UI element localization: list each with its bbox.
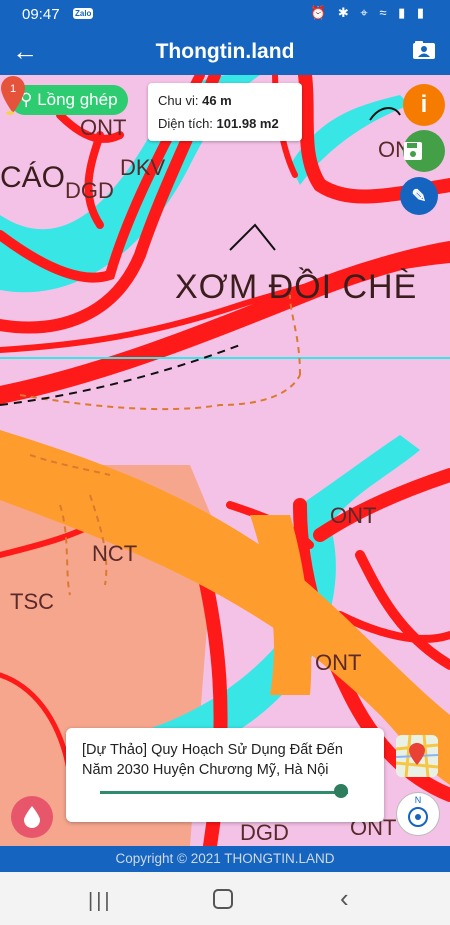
map-label-dkv: DKV [120, 155, 166, 180]
map-label-dgd: DGD [240, 820, 289, 845]
status-time: 09:47 [22, 6, 60, 23]
app-bar: ← Thongtin.land [0, 30, 450, 75]
contact-card-icon[interactable] [412, 40, 436, 60]
map-label-tsc: TSC [10, 589, 54, 614]
map-label-xom-doi-che: XƠM ĐỒI CHÈ [175, 268, 418, 306]
home-icon[interactable] [213, 889, 233, 909]
overlay-toggle-button[interactable]: ⚲ Lồng ghép [10, 85, 128, 115]
location-marker[interactable]: 1 [0, 75, 26, 115]
map-label-ont: ONT [330, 503, 377, 528]
edit-pencil-icon: ✎ [411, 186, 427, 206]
back-icon[interactable]: ‹ [340, 883, 349, 914]
draw-tool-button[interactable]: ✎ [400, 177, 438, 215]
zalo-notification-icon: Zalo [73, 8, 94, 19]
compass-button[interactable]: N [396, 792, 440, 836]
layer-title: [Dự Thảo] Quy Hoạch Sử Dụng Đất Đến Năm … [82, 742, 343, 778]
map-label-ont: ONT [80, 115, 127, 140]
perimeter-value: 46 m [202, 93, 232, 108]
opacity-slider-handle[interactable] [333, 784, 348, 798]
planning-map[interactable]: XƠM ĐỒI CHÈ CÁO ONT DKV DGD ONT ONT ONT … [0, 75, 450, 846]
recent-apps-icon[interactable]: ||| [88, 890, 113, 913]
save-icon [404, 142, 422, 160]
layer-info-card: [Dự Thảo] Quy Hoạch Sử Dụng Đất Đến Năm … [66, 728, 384, 822]
area-value: 101.98 m2 [216, 116, 279, 131]
opacity-slider-track[interactable] [100, 791, 348, 794]
info-button[interactable]: i [403, 84, 445, 126]
save-button[interactable] [403, 130, 445, 172]
map-label-ont: ONT [315, 650, 362, 675]
perimeter-label: Chu vi: [158, 93, 199, 108]
system-nav-bar: ||| ‹ [0, 872, 450, 925]
droplet-icon [24, 806, 40, 828]
area-label: Diện tích: [158, 116, 213, 131]
measurement-info-box: Chu vi: 46 m Diện tích: 101.98 m2 [148, 83, 302, 141]
map-type-button[interactable] [396, 735, 438, 777]
status-icons: ⏰ ✱ ⌖ ≈ ▮ ▮ [310, 5, 428, 20]
status-bar: 09:47 Zalo ⏰ ✱ ⌖ ≈ ▮ ▮ [0, 0, 450, 30]
map-thumbnail-icon [396, 735, 438, 777]
marker-number: 1 [10, 83, 16, 95]
app-title: Thongtin.land [155, 40, 295, 63]
copyright-footer: Copyright © 2021 THONGTIN.LAND [0, 846, 450, 872]
map-label-nct: NCT [92, 541, 138, 566]
map-label-cao: CÁO [0, 161, 66, 194]
info-icon: i [420, 91, 428, 118]
compass-north-label: N [414, 795, 422, 805]
map-label-dgd: DGD [65, 178, 114, 203]
compass-icon [408, 807, 428, 827]
overlay-chip-label: Lồng ghép [37, 90, 118, 109]
water-layer-button[interactable] [11, 796, 53, 838]
